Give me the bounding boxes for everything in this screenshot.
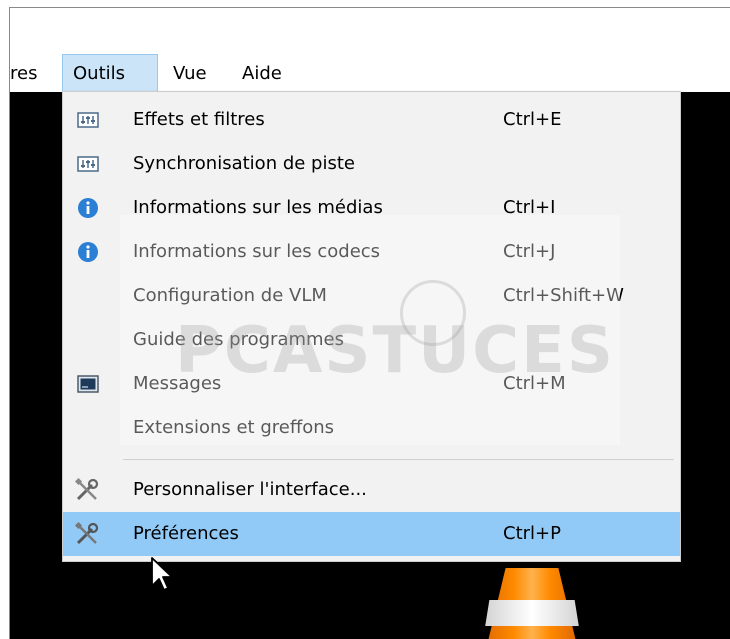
menu-item-label: Informations sur les codecs (133, 241, 381, 262)
console-icon (77, 375, 99, 393)
menu-item-shortcut: Ctrl+Shift+W (503, 285, 624, 306)
menu-item-label: Effets et filtres (133, 109, 265, 130)
menu-item-effets-filtres[interactable]: Effets et filtres Ctrl+E (63, 98, 680, 142)
menu-vue[interactable]: Vue (163, 54, 217, 92)
menu-item-label: Configuration de VLM (133, 285, 327, 306)
menu-item-informations-medias[interactable]: Informations sur les médias Ctrl+I (63, 186, 680, 230)
menu-item-shortcut: Ctrl+J (503, 241, 556, 262)
mouse-cursor-icon (151, 557, 173, 591)
info-icon (78, 198, 98, 218)
menu-item-synchronisation-piste[interactable]: Synchronisation de piste (63, 142, 680, 186)
menu-item-configuration-vlm[interactable]: Configuration de VLM Ctrl+Shift+W (63, 274, 680, 318)
tools-icon (74, 521, 99, 545)
menu-aide[interactable]: Aide (232, 54, 292, 92)
menu-item-informations-codecs[interactable]: Informations sur les codecs Ctrl+J (63, 230, 680, 274)
menu-item-shortcut: Ctrl+I (503, 197, 556, 218)
menu-item-shortcut: Ctrl+P (503, 523, 561, 544)
equalizer-icon (77, 156, 99, 172)
vlc-cone-band (485, 600, 579, 626)
menu-item-label: Synchronisation de piste (133, 153, 355, 174)
menu-item-personnaliser-interface[interactable]: Personnaliser l'interface... (63, 468, 680, 512)
info-icon (78, 242, 98, 262)
menu-outils[interactable]: Outils (62, 54, 158, 92)
menu-item-extensions-greffons[interactable]: Extensions et greffons (63, 406, 680, 450)
menu-item-shortcut: Ctrl+E (503, 109, 562, 130)
menu-separator (123, 459, 674, 460)
menu-item-label: Extensions et greffons (133, 417, 335, 438)
menu-item-label: Informations sur les médias (133, 197, 383, 218)
menu-item-label: Préférences (133, 523, 239, 544)
menubar: res Outils Vue Aide (10, 54, 730, 92)
equalizer-icon (77, 112, 99, 128)
menu-item-preferences[interactable]: Préférences Ctrl+P (63, 512, 680, 556)
menu-media-partial[interactable]: res (10, 54, 47, 92)
watermark-text: PCASTUCES (175, 314, 615, 388)
tools-icon (74, 477, 99, 501)
menu-item-label: Personnaliser l'interface... (133, 479, 367, 500)
